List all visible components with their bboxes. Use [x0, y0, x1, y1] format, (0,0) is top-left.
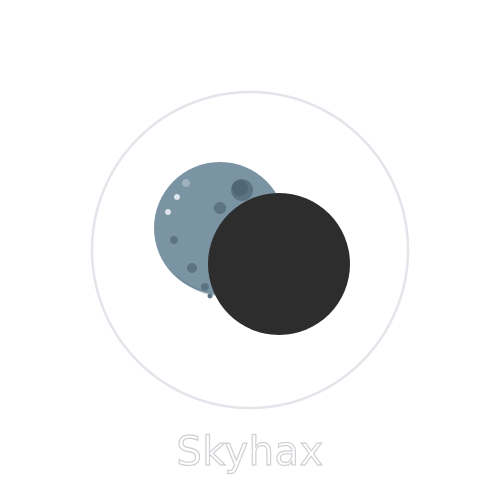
moon-crater	[165, 209, 171, 215]
moon-crater	[201, 283, 209, 291]
moon-crater	[207, 293, 213, 299]
moon-crater	[182, 179, 190, 187]
moon-crater	[214, 202, 226, 214]
moon-crater	[170, 236, 178, 244]
moon-crater	[174, 194, 180, 200]
moon-crater	[187, 263, 197, 273]
eclipse-shadow-disc	[208, 193, 350, 335]
eclipse-moon-icon	[154, 162, 350, 335]
splash-screen: Skyhax	[0, 0, 500, 500]
app-name: Skyhax	[176, 428, 324, 475]
